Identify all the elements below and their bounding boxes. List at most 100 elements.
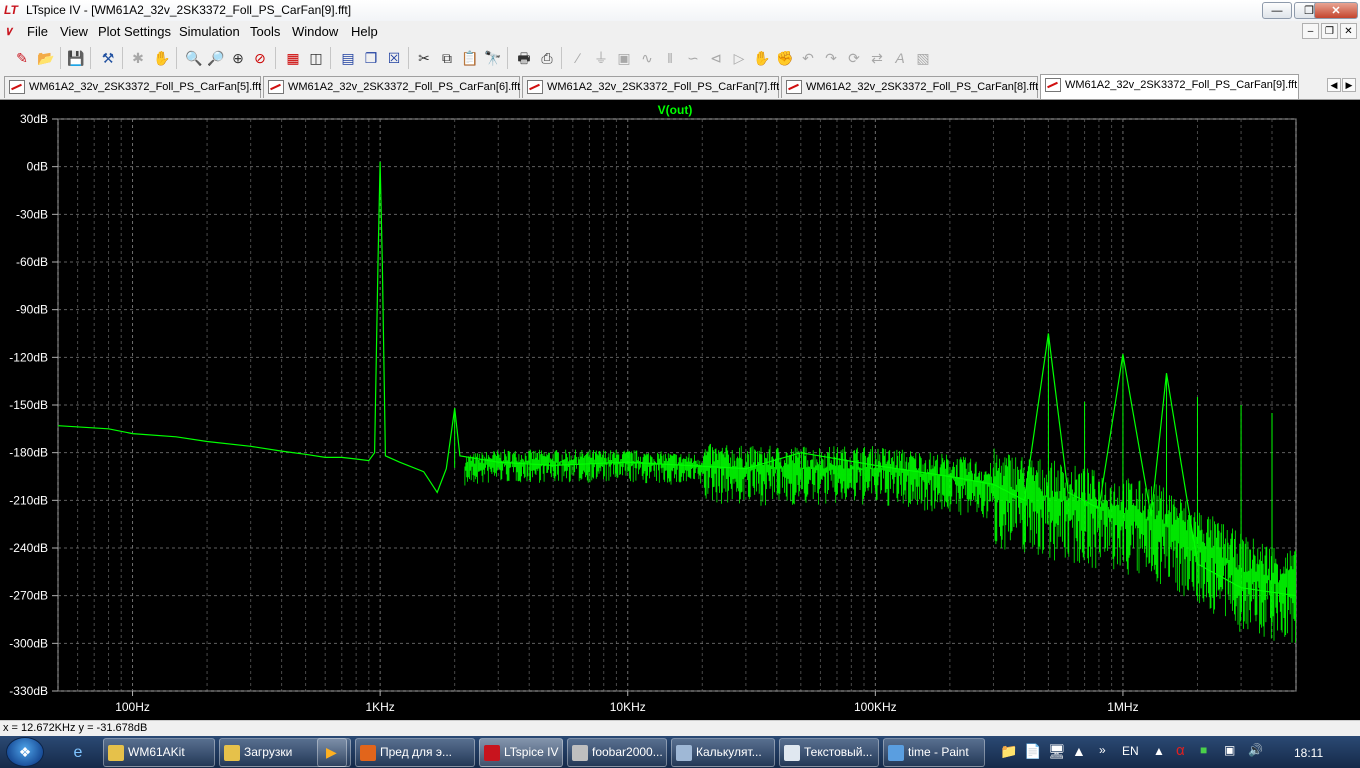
resistor-icon[interactable]: ∿ — [637, 48, 657, 68]
task-label: Калькулят... — [696, 745, 762, 759]
close-icon[interactable]: ✕ — [1314, 2, 1358, 19]
tab-scroll-right-icon[interactable]: ▶ — [1342, 78, 1356, 92]
print-preview-icon[interactable]: 🖶 — [514, 48, 534, 68]
title-bar: LT LTspice IV - [WM61A2_32v_2SK3372_Foll… — [0, 0, 1360, 22]
tray-monitor-icon[interactable]: ▣ — [1224, 743, 1235, 757]
zoom-cancel-icon[interactable]: ⊘ — [250, 48, 270, 68]
tab-fft-9[interactable]: WM61A2_32v_2SK3372_Foll_PS_CarFan[9].fft — [1040, 74, 1299, 99]
component-icon[interactable]: ▷ — [729, 48, 749, 68]
tab-scroll-left-icon[interactable]: ◀ — [1327, 78, 1341, 92]
menu-file[interactable]: File — [27, 24, 48, 39]
close-all-icon[interactable]: ☒ — [384, 48, 404, 68]
ground-icon[interactable]: ⏚ — [591, 48, 611, 68]
y-tick-label: 30dB — [20, 112, 48, 126]
hammer-icon[interactable]: ⚒ — [98, 48, 118, 68]
print-icon[interactable]: ⎙ — [537, 48, 557, 68]
document-tab-bar: WM61A2_32v_2SK3372_Foll_PS_CarFan[5].fft… — [0, 73, 1360, 100]
taskbar-button[interactable]: Текстовый... — [779, 738, 879, 767]
tray-bluetooth-icon[interactable]: ▲ — [1072, 743, 1086, 759]
cut-icon[interactable]: ✂ — [414, 48, 434, 68]
tab-fft-6[interactable]: WM61A2_32v_2SK3372_Foll_PS_CarFan[6].fft — [263, 76, 520, 98]
cascade-icon[interactable]: ❐ — [361, 48, 381, 68]
zoom-in-icon[interactable]: 🔍 — [184, 48, 204, 68]
menu-simulation[interactable]: Simulation — [179, 24, 240, 39]
pick-visible-traces-icon[interactable]: ◫ — [306, 48, 326, 68]
zoom-out-icon[interactable]: 🔎 — [206, 48, 226, 68]
tab-fft-5[interactable]: WM61A2_32v_2SK3372_Foll_PS_CarFan[5].fft — [4, 76, 261, 98]
task-label: LTspice IV ... — [504, 745, 562, 759]
taskbar-button[interactable]: time - Paint — [883, 738, 985, 767]
spice-directive-icon[interactable]: ▧ — [913, 48, 933, 68]
volume-icon[interactable]: 🔊 — [1248, 743, 1263, 757]
fft-chart[interactable]: 30dB 0dB -30dB -60dB -90dB -120dB -150dB -180dB… — [0, 100, 1360, 720]
menu-view[interactable]: View — [60, 24, 88, 39]
media-player-icon[interactable]: ▶ — [317, 738, 347, 767]
mdi-close-icon[interactable]: ✕ — [1340, 23, 1357, 39]
taskbar-button[interactable]: Пред для э... — [355, 738, 475, 767]
zoom-fit-icon[interactable]: ⊕ — [228, 48, 248, 68]
menu-window[interactable]: Window — [292, 24, 338, 39]
trace-label-vout[interactable]: V(out) — [658, 103, 693, 117]
mdi-restore-icon[interactable]: ❐ — [1321, 23, 1338, 39]
capacitor-icon[interactable]: ‖ — [660, 48, 680, 68]
tab-label: WM61A2_32v_2SK3372_Foll_PS_CarFan[6].fft — [288, 81, 521, 93]
text-icon[interactable]: A — [890, 48, 910, 68]
mirror-icon[interactable]: ⇄ — [867, 48, 887, 68]
task-app-icon — [784, 744, 800, 761]
grid-layer — [57, 118, 1297, 692]
copy-icon[interactable]: ⧉ — [437, 48, 457, 68]
antivirus-icon[interactable]: α — [1176, 742, 1185, 759]
taskbar-button[interactable]: Калькулят... — [671, 738, 775, 767]
tab-fft-7[interactable]: WM61A2_32v_2SK3372_Foll_PS_CarFan[7].fft — [522, 76, 779, 98]
taskbar-button[interactable]: WM61AKit — [103, 738, 215, 767]
taskbar-button[interactable]: foobar2000... — [567, 738, 667, 767]
clock[interactable]: 18:11 — [1294, 746, 1323, 760]
redo-icon[interactable]: ↷ — [821, 48, 841, 68]
save-icon[interactable]: 💾 — [66, 48, 86, 68]
move-icon[interactable]: ✋ — [752, 48, 772, 68]
inductor-icon[interactable]: ∽ — [683, 48, 703, 68]
halt-icon[interactable]: ✋ — [152, 48, 172, 68]
ltspice-app-icon[interactable]: LT — [4, 3, 20, 17]
run-icon[interactable]: ✱ — [128, 48, 148, 68]
menu-help[interactable]: Help — [351, 24, 378, 39]
autorange-icon[interactable]: ▦ — [283, 48, 303, 68]
tab-fft-8[interactable]: WM61A2_32v_2SK3372_Foll_PS_CarFan[8].fft — [781, 76, 1038, 98]
language-indicator[interactable]: EN — [1122, 744, 1139, 758]
window-title: LTspice IV - [WM61A2_32v_2SK3372_Foll_PS… — [26, 3, 352, 17]
toolbar-separator — [408, 47, 409, 69]
y-tick-label: -300dB — [9, 636, 48, 650]
show-hidden-icons-icon[interactable]: ▲ — [1153, 744, 1165, 758]
trace-vout — [57, 161, 1297, 597]
waveform-plot-pane[interactable]: 30dB 0dB -30dB -60dB -90dB -120dB -150dB -180dB… — [0, 100, 1360, 720]
menu-tools[interactable]: Tools — [250, 24, 280, 39]
toolbar-separator — [60, 47, 61, 69]
label-icon[interactable]: ▣ — [614, 48, 634, 68]
find-icon[interactable]: 🔭 — [483, 48, 503, 68]
tile-horizontal-icon[interactable]: ▤ — [338, 48, 358, 68]
tray-folder-icon[interactable]: 📁 — [1000, 743, 1017, 760]
undo-icon[interactable]: ↶ — [798, 48, 818, 68]
new-schematic-icon[interactable]: ✎ — [12, 48, 32, 68]
paste-icon[interactable]: 📋 — [460, 48, 480, 68]
tray-network-icon[interactable]: 🖥 — [1048, 743, 1066, 760]
toolbar-separator — [176, 47, 177, 69]
diode-icon[interactable]: ⊲ — [706, 48, 726, 68]
wire-icon[interactable]: ∕ — [568, 48, 588, 68]
windows-logo-icon[interactable]: ❖ — [6, 737, 44, 767]
menu-plot-settings[interactable]: Plot Settings — [98, 24, 171, 39]
open-icon[interactable]: 📂 — [36, 48, 56, 68]
ie-icon[interactable]: e — [67, 742, 89, 764]
taskbar-button[interactable]: LTspice IV ... — [479, 738, 563, 767]
minimize-icon[interactable]: — — [1262, 2, 1292, 19]
document-icon[interactable]: ∨ — [4, 24, 20, 38]
tray-app-icon[interactable]: ■ — [1200, 743, 1207, 757]
drag-icon[interactable]: ✊ — [775, 48, 795, 68]
status-bar: x = 12.672KHz y = -31.678dB — [0, 720, 1360, 737]
tray-expand-icon[interactable]: » — [1099, 743, 1106, 757]
mdi-minimize-icon[interactable]: – — [1302, 23, 1319, 39]
rotate-icon[interactable]: ⟳ — [844, 48, 864, 68]
waveform-icon — [1045, 78, 1061, 93]
tray-file-icon[interactable]: 📄 — [1024, 743, 1041, 760]
menu-bar: ∨ File View Plot Settings Simulation Too… — [0, 21, 1360, 42]
